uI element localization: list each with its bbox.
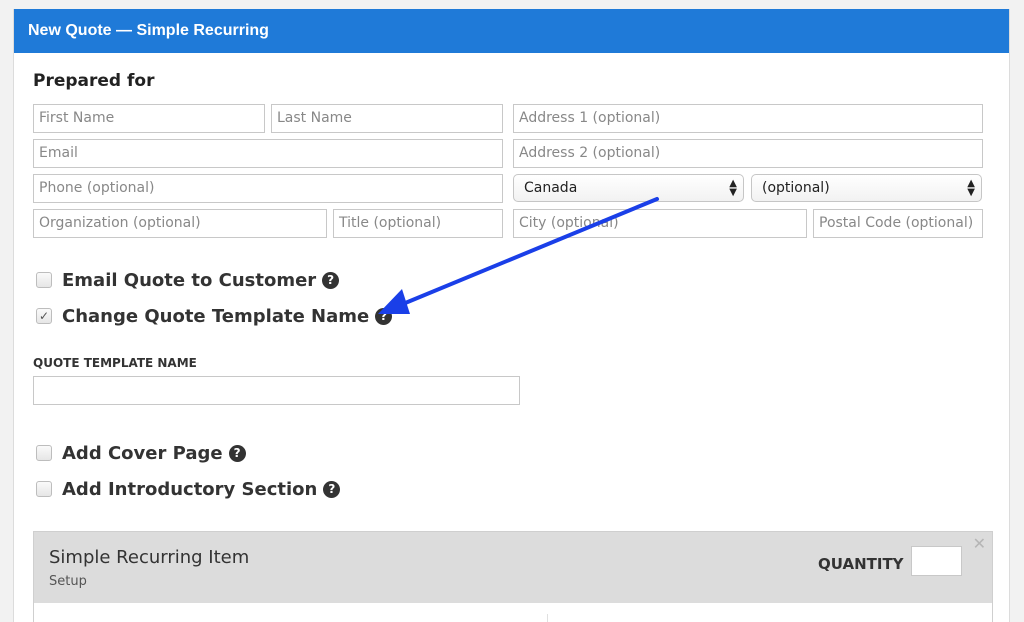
select-arrows-icon: ▲ ▼ (729, 178, 737, 198)
address2-input[interactable]: Address 2 (optional) (513, 139, 983, 168)
close-icon[interactable]: ✕ (973, 534, 986, 553)
quantity-input[interactable] (911, 546, 962, 576)
region-select-value: (optional) (762, 180, 830, 196)
panel-title: New Quote — Simple Recurring (14, 9, 1009, 53)
organization-input[interactable]: Organization (optional) (33, 209, 327, 238)
line-item-card: Simple Recurring Item Setup QUANTITY ✕ (33, 531, 993, 622)
add-intro-section-checkbox[interactable] (36, 481, 52, 497)
address1-input[interactable]: Address 1 (optional) (513, 104, 983, 133)
line-item-subtitle: Setup (49, 574, 87, 589)
question-circle-icon[interactable]: ? (375, 307, 393, 325)
question-circle-icon[interactable]: ? (228, 444, 246, 462)
template-name-label: QUOTE TEMPLATE NAME (33, 356, 197, 370)
change-template-name-option[interactable]: ✓ Change Quote Template Name ? (36, 304, 393, 328)
line-item-header: Simple Recurring Item Setup QUANTITY ✕ (34, 532, 992, 603)
question-circle-icon[interactable]: ? (323, 480, 341, 498)
last-name-input[interactable]: Last Name (271, 104, 503, 133)
select-arrows-icon: ▲ ▼ (967, 178, 975, 198)
quote-panel: New Quote — Simple Recurring Prepared fo… (13, 9, 1010, 622)
phone-input[interactable]: Phone (optional) (33, 174, 503, 203)
column-divider (547, 614, 548, 622)
email-quote-option[interactable]: Email Quote to Customer ? (36, 268, 340, 292)
change-template-name-label: Change Quote Template Name (62, 305, 370, 327)
prepared-for-heading: Prepared for (33, 71, 155, 91)
country-select-value: Canada (524, 180, 578, 196)
add-cover-page-checkbox[interactable] (36, 445, 52, 461)
city-input[interactable]: City (optional) (513, 209, 807, 238)
add-cover-page-label: Add Cover Page (62, 442, 223, 464)
first-name-input[interactable]: First Name (33, 104, 265, 133)
add-intro-section-label: Add Introductory Section (62, 478, 318, 500)
country-select[interactable]: Canada ▲ ▼ (513, 174, 744, 202)
question-circle-icon[interactable]: ? (322, 271, 340, 289)
add-cover-page-option[interactable]: Add Cover Page ? (36, 441, 246, 465)
email-input[interactable]: Email (33, 139, 503, 168)
add-intro-section-option[interactable]: Add Introductory Section ? (36, 477, 341, 501)
region-select[interactable]: (optional) ▲ ▼ (751, 174, 982, 202)
template-name-input[interactable] (33, 376, 520, 405)
title-input[interactable]: Title (optional) (333, 209, 503, 238)
email-quote-label: Email Quote to Customer (62, 269, 317, 291)
change-template-name-checkbox[interactable]: ✓ (36, 308, 52, 324)
postal-code-input[interactable]: Postal Code (optional) (813, 209, 983, 238)
quantity-label: QUANTITY (818, 555, 904, 573)
email-quote-checkbox[interactable] (36, 272, 52, 288)
line-item-name: Simple Recurring Item (49, 547, 250, 568)
